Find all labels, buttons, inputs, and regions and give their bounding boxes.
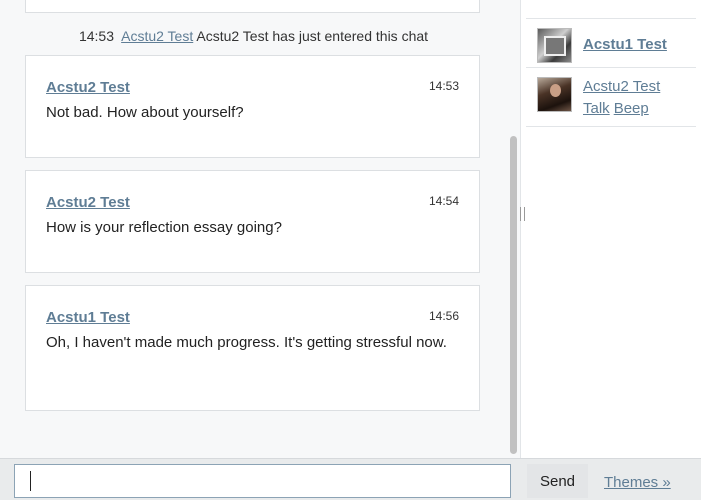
system-message-text: Acstu2 Test has just entered this chat bbox=[196, 28, 429, 44]
message-author-link[interactable]: Acstu2 Test bbox=[46, 194, 130, 211]
system-message-user-link[interactable]: Acstu2 Test bbox=[121, 28, 193, 44]
message-author-link[interactable]: Acstu1 Test bbox=[46, 309, 130, 326]
themes-link[interactable]: Themes » bbox=[604, 474, 671, 491]
user-actions: Talk Beep bbox=[583, 100, 653, 117]
user-name-link[interactable]: Acstu2 Test bbox=[583, 78, 660, 95]
user-avatar-1 bbox=[537, 28, 572, 63]
message-list-scrollbar[interactable] bbox=[507, 0, 520, 458]
user-list-item: Acstu2 Test Talk Beep bbox=[526, 68, 696, 127]
user-list-sidebar: Acstu1 Test Acstu2 Test Talk Beep bbox=[520, 0, 701, 458]
scrollbar-thumb[interactable] bbox=[510, 136, 517, 454]
message-card: Acstu2 Test 14:53 Not bad. How about you… bbox=[25, 55, 480, 158]
user-list: Acstu1 Test Acstu2 Test Talk Beep bbox=[526, 18, 696, 127]
message-card: Acstu2 Test 14:54 How is your reflection… bbox=[25, 170, 480, 273]
text-caret bbox=[30, 471, 31, 491]
composer-bar: Send Themes » bbox=[0, 458, 701, 500]
talk-link[interactable]: Talk bbox=[583, 100, 610, 117]
beep-link[interactable]: Beep bbox=[614, 100, 649, 117]
message-list: 14:53 Acstu2 Test Acstu2 Test has just e… bbox=[0, 0, 507, 458]
message-input[interactable] bbox=[14, 464, 511, 498]
pane-resize-handle[interactable] bbox=[520, 207, 525, 221]
message-author-link[interactable]: Acstu2 Test bbox=[46, 79, 130, 96]
message-time: 14:53 bbox=[428, 79, 459, 93]
message-card: Acstu1 Test 14:56 Oh, I haven't made muc… bbox=[25, 285, 480, 411]
message-text: Not bad. How about yourself? bbox=[46, 104, 244, 121]
user-list-item: Acstu1 Test bbox=[526, 19, 696, 68]
message-text: Oh, I haven't made much progress. It's g… bbox=[46, 334, 447, 351]
system-message-time: 14:53 bbox=[78, 28, 114, 44]
message-text: How is your reflection essay going? bbox=[46, 219, 282, 236]
user-avatar-2 bbox=[537, 77, 572, 112]
message-time: 14:54 bbox=[428, 194, 459, 208]
user-name-link[interactable]: Acstu1 Test bbox=[583, 36, 667, 53]
message-card-partial bbox=[25, 0, 480, 13]
system-message: 14:53 Acstu2 Test Acstu2 Test has just e… bbox=[0, 28, 507, 44]
message-time: 14:56 bbox=[428, 309, 459, 323]
chat-window: 14:53 Acstu2 Test Acstu2 Test has just e… bbox=[0, 0, 701, 500]
send-button[interactable]: Send bbox=[527, 464, 588, 498]
